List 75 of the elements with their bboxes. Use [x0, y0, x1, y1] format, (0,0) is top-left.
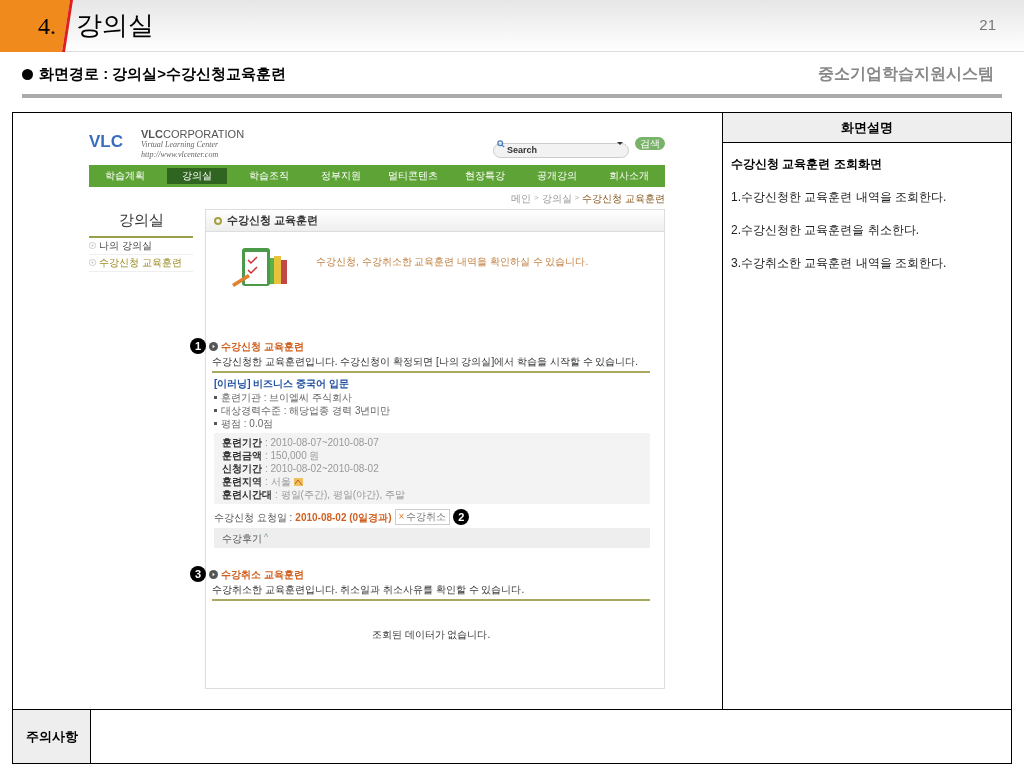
- tagline: Virtual Learning Center: [141, 140, 220, 150]
- breadcrumb-separator: >: [574, 192, 580, 204]
- description-header: 화면설명: [841, 118, 893, 137]
- nav-tab[interactable]: 학습계획: [95, 168, 155, 184]
- course-info: 훈련기관 : 브이엘씨 주식회사: [221, 391, 353, 404]
- ring-icon: [214, 216, 222, 225]
- detail-label: 훈련시간대: [222, 488, 272, 501]
- caret-icon: ^: [264, 531, 269, 545]
- course-info: 평점 : 0.0점: [221, 417, 274, 430]
- description-item: 3.수강취소한 교육훈련 내역을 조회한다.: [731, 255, 948, 272]
- description-title: 수강신청 교육훈련 조회화면: [731, 156, 883, 173]
- detail-label: 신청기간: [222, 462, 262, 475]
- logo: VLC: [89, 133, 123, 150]
- description-item: 2.수강신청한 교육훈련을 취소한다.: [731, 222, 920, 239]
- detail-label: 훈련기간: [222, 436, 262, 449]
- circle-arrow-icon: [89, 259, 96, 266]
- search-icon: [497, 140, 505, 148]
- review-bar[interactable]: 수강후기 ^: [214, 528, 650, 548]
- circle-arrow-icon: [89, 242, 96, 249]
- bullet-icon: [214, 396, 217, 399]
- breadcrumb-link[interactable]: 강의실: [541, 190, 572, 206]
- nav-tab[interactable]: 현장특강: [455, 168, 515, 184]
- request-date: 2010-08-02 (0일경과): [295, 510, 392, 525]
- circle-arrow-icon: [209, 341, 218, 351]
- cancel-button[interactable]: × 수강취소: [394, 509, 451, 525]
- page-number: 21: [979, 15, 996, 36]
- company-name: VLCCORPORATION: [141, 129, 245, 140]
- website-url: http://www.vlcenter.com: [141, 150, 220, 160]
- breadcrumb-separator: >: [533, 192, 539, 204]
- sidebar-item[interactable]: 나의 강의실: [89, 237, 193, 255]
- sidebar-item[interactable]: 수강신청 교육훈련: [89, 254, 193, 272]
- course-title[interactable]: [이러닝] 비즈니스 중국어 입문: [214, 376, 650, 391]
- detail-value: : 150,000 원: [265, 449, 320, 462]
- slide-title: 강의실: [76, 9, 154, 42]
- course-info: 대상경력수준 : 해당업종 경력 3년미만: [221, 404, 391, 417]
- detail-value: : 2010-08-07~2010-08-07: [265, 436, 379, 449]
- bullet-icon: [214, 409, 217, 412]
- circle-arrow-icon: [209, 569, 218, 579]
- sidebar-title: 강의실: [118, 210, 164, 230]
- number-badge: 1: [190, 338, 206, 354]
- caret-icon: [617, 142, 623, 145]
- detail-label: 훈련지역: [222, 475, 262, 488]
- empty-message: 조회된 데이터가 없습니다.: [370, 628, 492, 642]
- panel-heading: 수강신청 교육훈련: [227, 213, 319, 229]
- breadcrumb-link[interactable]: 수강신청 교육훈련: [582, 190, 665, 206]
- request-label: 수강신청 요청일 :: [214, 510, 293, 525]
- section-title: 수강취소 교육훈련: [221, 567, 304, 582]
- detail-value: : 평일(주간), 평일(야간), 주말: [275, 488, 405, 501]
- nav-tab[interactable]: 공개강의: [527, 168, 587, 184]
- nav-tab[interactable]: 정부지원: [311, 168, 371, 184]
- screen-path: 화면경로 : 강의실>수강신청교육훈련: [39, 63, 287, 84]
- nav-tab[interactable]: 학습조직: [239, 168, 299, 184]
- search-button[interactable]: 검색: [635, 137, 665, 150]
- section-description: 수강취소한 교육훈련입니다. 취소일과 취소사유를 확인할 수 있습니다.: [212, 583, 526, 597]
- intro-text: 수강신청, 수강취소한 교육훈련 내역을 확인하실 수 있습니다.: [316, 255, 589, 269]
- detail-value: : 서울: [265, 475, 291, 488]
- system-name: 중소기업학습지원시스템: [818, 64, 994, 84]
- nav-tab[interactable]: 회사소개: [599, 168, 659, 184]
- number-badge: 2: [453, 509, 470, 525]
- bullet-icon: [214, 422, 217, 425]
- number-badge: 3: [190, 566, 206, 582]
- description-item: 1.수강신청한 교육훈련 내역을 조회한다.: [731, 189, 948, 206]
- breadcrumb-link[interactable]: 메인: [510, 190, 531, 206]
- detail-value: : 2010-08-02~2010-08-02: [265, 462, 379, 475]
- nav-tab[interactable]: 멀티콘텐츠: [383, 168, 443, 184]
- detail-label: 훈련금액: [222, 449, 262, 462]
- notes-label: 주의사항: [25, 727, 78, 746]
- search-field[interactable]: Search: [493, 142, 629, 158]
- bullet-icon: [22, 68, 33, 80]
- section-description: 수강신청한 교육훈련입니다. 수강신청이 확정되면 [나의 강의실]에서 학습을 시작할 수 있습니다.: [212, 355, 640, 369]
- nav-tab[interactable]: 강의실: [167, 168, 227, 184]
- review-label: 수강후기: [222, 531, 262, 546]
- section-title: 수강신청 교육훈련: [221, 339, 304, 354]
- slide-number: 4.: [38, 11, 56, 41]
- map-icon: [293, 477, 303, 486]
